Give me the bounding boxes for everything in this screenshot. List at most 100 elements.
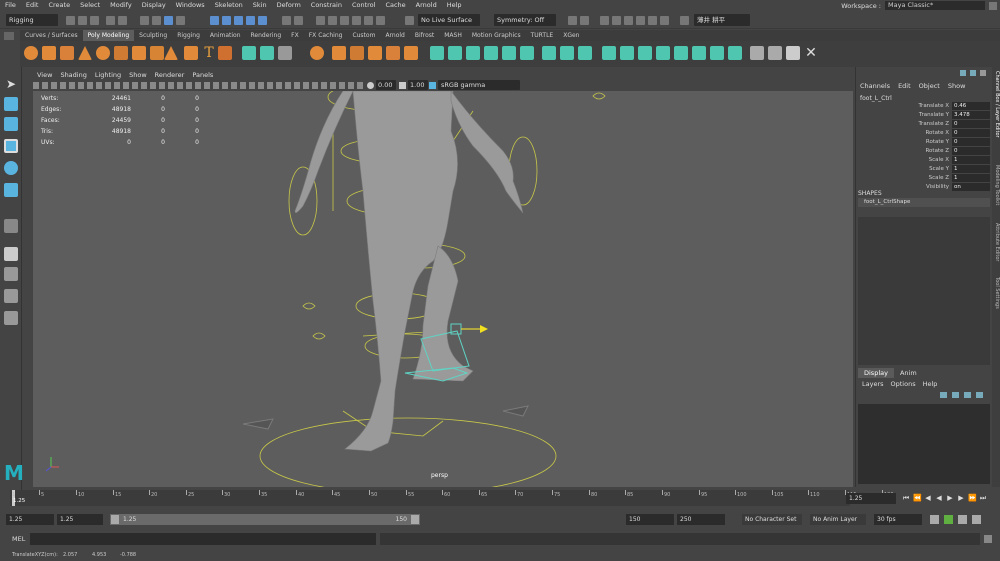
- light-editor-icon[interactable]: [376, 16, 385, 25]
- select-hierarchy-icon[interactable]: [140, 16, 149, 25]
- attr-translate-x[interactable]: Translate X 0.46: [856, 102, 993, 111]
- viewport-menu-show[interactable]: Show: [125, 71, 151, 79]
- shelf-tab-custom[interactable]: Custom: [347, 30, 380, 41]
- attr-rotate-z[interactable]: Rotate Z0: [856, 147, 993, 156]
- shelf-tab-rendering[interactable]: Rendering: [246, 30, 287, 41]
- hypershade-icon[interactable]: [352, 16, 361, 25]
- menu-skin[interactable]: Skin: [248, 0, 272, 11]
- loop-icon[interactable]: [930, 515, 939, 524]
- collapse-icon[interactable]: [578, 46, 592, 60]
- attr-rotate-x[interactable]: Rotate X0: [856, 129, 993, 138]
- select-component-icon[interactable]: [164, 16, 173, 25]
- uv-editor-icon[interactable]: [602, 46, 616, 60]
- render-setup-icon[interactable]: [364, 16, 373, 25]
- target-weld-icon[interactable]: [448, 46, 462, 60]
- layer-menu-help[interactable]: Help: [923, 380, 938, 388]
- xray-icon[interactable]: [580, 16, 589, 25]
- sew-uv-icon[interactable]: [710, 46, 724, 60]
- snap-surface-icon[interactable]: [258, 16, 267, 25]
- menu-select[interactable]: Select: [75, 0, 105, 11]
- bevel-icon[interactable]: [386, 46, 400, 60]
- quad-draw-icon[interactable]: [484, 46, 498, 60]
- menuset-dropdown[interactable]: Rigging: [6, 14, 58, 26]
- construction-history-icon[interactable]: [282, 16, 291, 25]
- snap-grid-icon[interactable]: [210, 16, 219, 25]
- tab-anim[interactable]: Anim: [894, 368, 923, 378]
- range-end-handle[interactable]: [411, 515, 419, 524]
- snap-curve-icon[interactable]: [222, 16, 231, 25]
- rotate-tool-icon[interactable]: [4, 161, 18, 175]
- poly-torus-icon[interactable]: [96, 46, 110, 60]
- colorspace-dropdown[interactable]: sRGB gamma: [438, 80, 520, 90]
- tab-display[interactable]: Display: [858, 368, 894, 378]
- cb-menu-show[interactable]: Show: [948, 82, 966, 90]
- channel-box-toggle-icon[interactable]: [648, 16, 657, 25]
- poly-disc-icon[interactable]: [132, 46, 146, 60]
- exposure-icon[interactable]: [367, 82, 374, 89]
- layer-menu-layers[interactable]: Layers: [862, 380, 884, 388]
- shelf-tab-mash[interactable]: MASH: [439, 30, 467, 41]
- shape-name[interactable]: foot_L_CtrlShape: [858, 198, 990, 207]
- redo-icon[interactable]: [118, 16, 127, 25]
- user-account-dropdown[interactable]: 薄井 耕平: [694, 14, 750, 26]
- outliner-toggle-icon[interactable]: [612, 16, 621, 25]
- cb-menu-edit[interactable]: Edit: [898, 82, 911, 90]
- viewport-menu-lighting[interactable]: Lighting: [91, 71, 125, 79]
- unfold-uv-icon[interactable]: [728, 46, 742, 60]
- smooth-icon[interactable]: [278, 46, 292, 60]
- go-to-start-icon[interactable]: ⏮: [902, 494, 910, 502]
- automatic-map-icon[interactable]: [674, 46, 688, 60]
- menu-file[interactable]: File: [0, 0, 21, 11]
- combine-icon[interactable]: [242, 46, 256, 60]
- shelf-tab-poly-modeling[interactable]: Poly Modeling: [82, 30, 135, 41]
- preferences-icon[interactable]: [972, 515, 981, 524]
- viewport-menu-panels[interactable]: Panels: [188, 71, 217, 79]
- workspace-dropdown[interactable]: Maya Classic*: [885, 1, 985, 10]
- character-set-dropdown[interactable]: No Character Set: [742, 514, 802, 525]
- current-frame-field[interactable]: 1.25: [846, 493, 896, 504]
- bridge-icon[interactable]: [368, 46, 382, 60]
- shelf-tab-fx[interactable]: FX: [286, 30, 304, 41]
- step-back-frame-icon[interactable]: ◀: [924, 494, 932, 502]
- attr-translate-z[interactable]: Translate Z0: [856, 120, 993, 129]
- menu-display[interactable]: Display: [137, 0, 171, 11]
- layout-four-icon[interactable]: [4, 267, 18, 281]
- command-language-label[interactable]: MEL: [12, 535, 25, 543]
- shelf-tab-motion-graphics[interactable]: Motion Graphics: [467, 30, 526, 41]
- exposure-field[interactable]: 0.00: [376, 80, 396, 90]
- attr-scale-z[interactable]: Scale Z1: [856, 174, 993, 183]
- symmetry-dropdown[interactable]: Symmetry: Off: [494, 14, 556, 26]
- attr-scale-y[interactable]: Scale Y1: [856, 165, 993, 174]
- range-start-handle[interactable]: [111, 515, 119, 524]
- snap-point-icon[interactable]: [234, 16, 243, 25]
- scale-tool-icon[interactable]: [4, 183, 18, 197]
- menu-skeleton[interactable]: Skeleton: [210, 0, 248, 11]
- time-ruler[interactable]: 1.25 1 5 10 15 20 25 30 35 40 45 50 55 60 65 70 75 80 85 9…: [10, 490, 894, 506]
- cylindrical-map-icon[interactable]: [638, 46, 652, 60]
- cross-tools-icon[interactable]: ✕: [804, 46, 818, 60]
- live-surface-icon[interactable]: [405, 16, 414, 25]
- fps-dropdown[interactable]: 30 fps: [874, 514, 922, 525]
- object-name[interactable]: foot_L_Ctrl: [860, 95, 892, 102]
- shelf-tab-arnold[interactable]: Arnold: [380, 30, 409, 41]
- layer-menu-options[interactable]: Options: [891, 380, 916, 388]
- spherical-map-icon[interactable]: [656, 46, 670, 60]
- sidebar-toggle-icon[interactable]: [600, 16, 609, 25]
- script-editor-icon[interactable]: [984, 535, 992, 543]
- animation-start-field[interactable]: 1.25: [6, 514, 54, 525]
- gamma-icon[interactable]: [399, 82, 406, 89]
- sculpt-icon[interactable]: [768, 46, 782, 60]
- playback-end-field[interactable]: 150: [626, 514, 674, 525]
- menu-windows[interactable]: Windows: [171, 0, 210, 11]
- separate-icon[interactable]: [260, 46, 274, 60]
- menu-deform[interactable]: Deform: [272, 0, 306, 11]
- viewport-persp[interactable]: Verts: 24461 0 0 Edges: 48918 0 0 Faces: 24459 0…: [33, 91, 853, 487]
- anim-layer-dropdown[interactable]: No Anim Layer: [810, 514, 866, 525]
- snap-view-icon[interactable]: [246, 16, 255, 25]
- menu-constrain[interactable]: Constrain: [306, 0, 347, 11]
- menu-arnold[interactable]: Arnold: [411, 0, 442, 11]
- soft-select-icon[interactable]: [750, 46, 764, 60]
- input-output-icon[interactable]: [294, 16, 303, 25]
- menu-create[interactable]: Create: [43, 0, 75, 11]
- channel-box-settings-icon[interactable]: [980, 70, 986, 76]
